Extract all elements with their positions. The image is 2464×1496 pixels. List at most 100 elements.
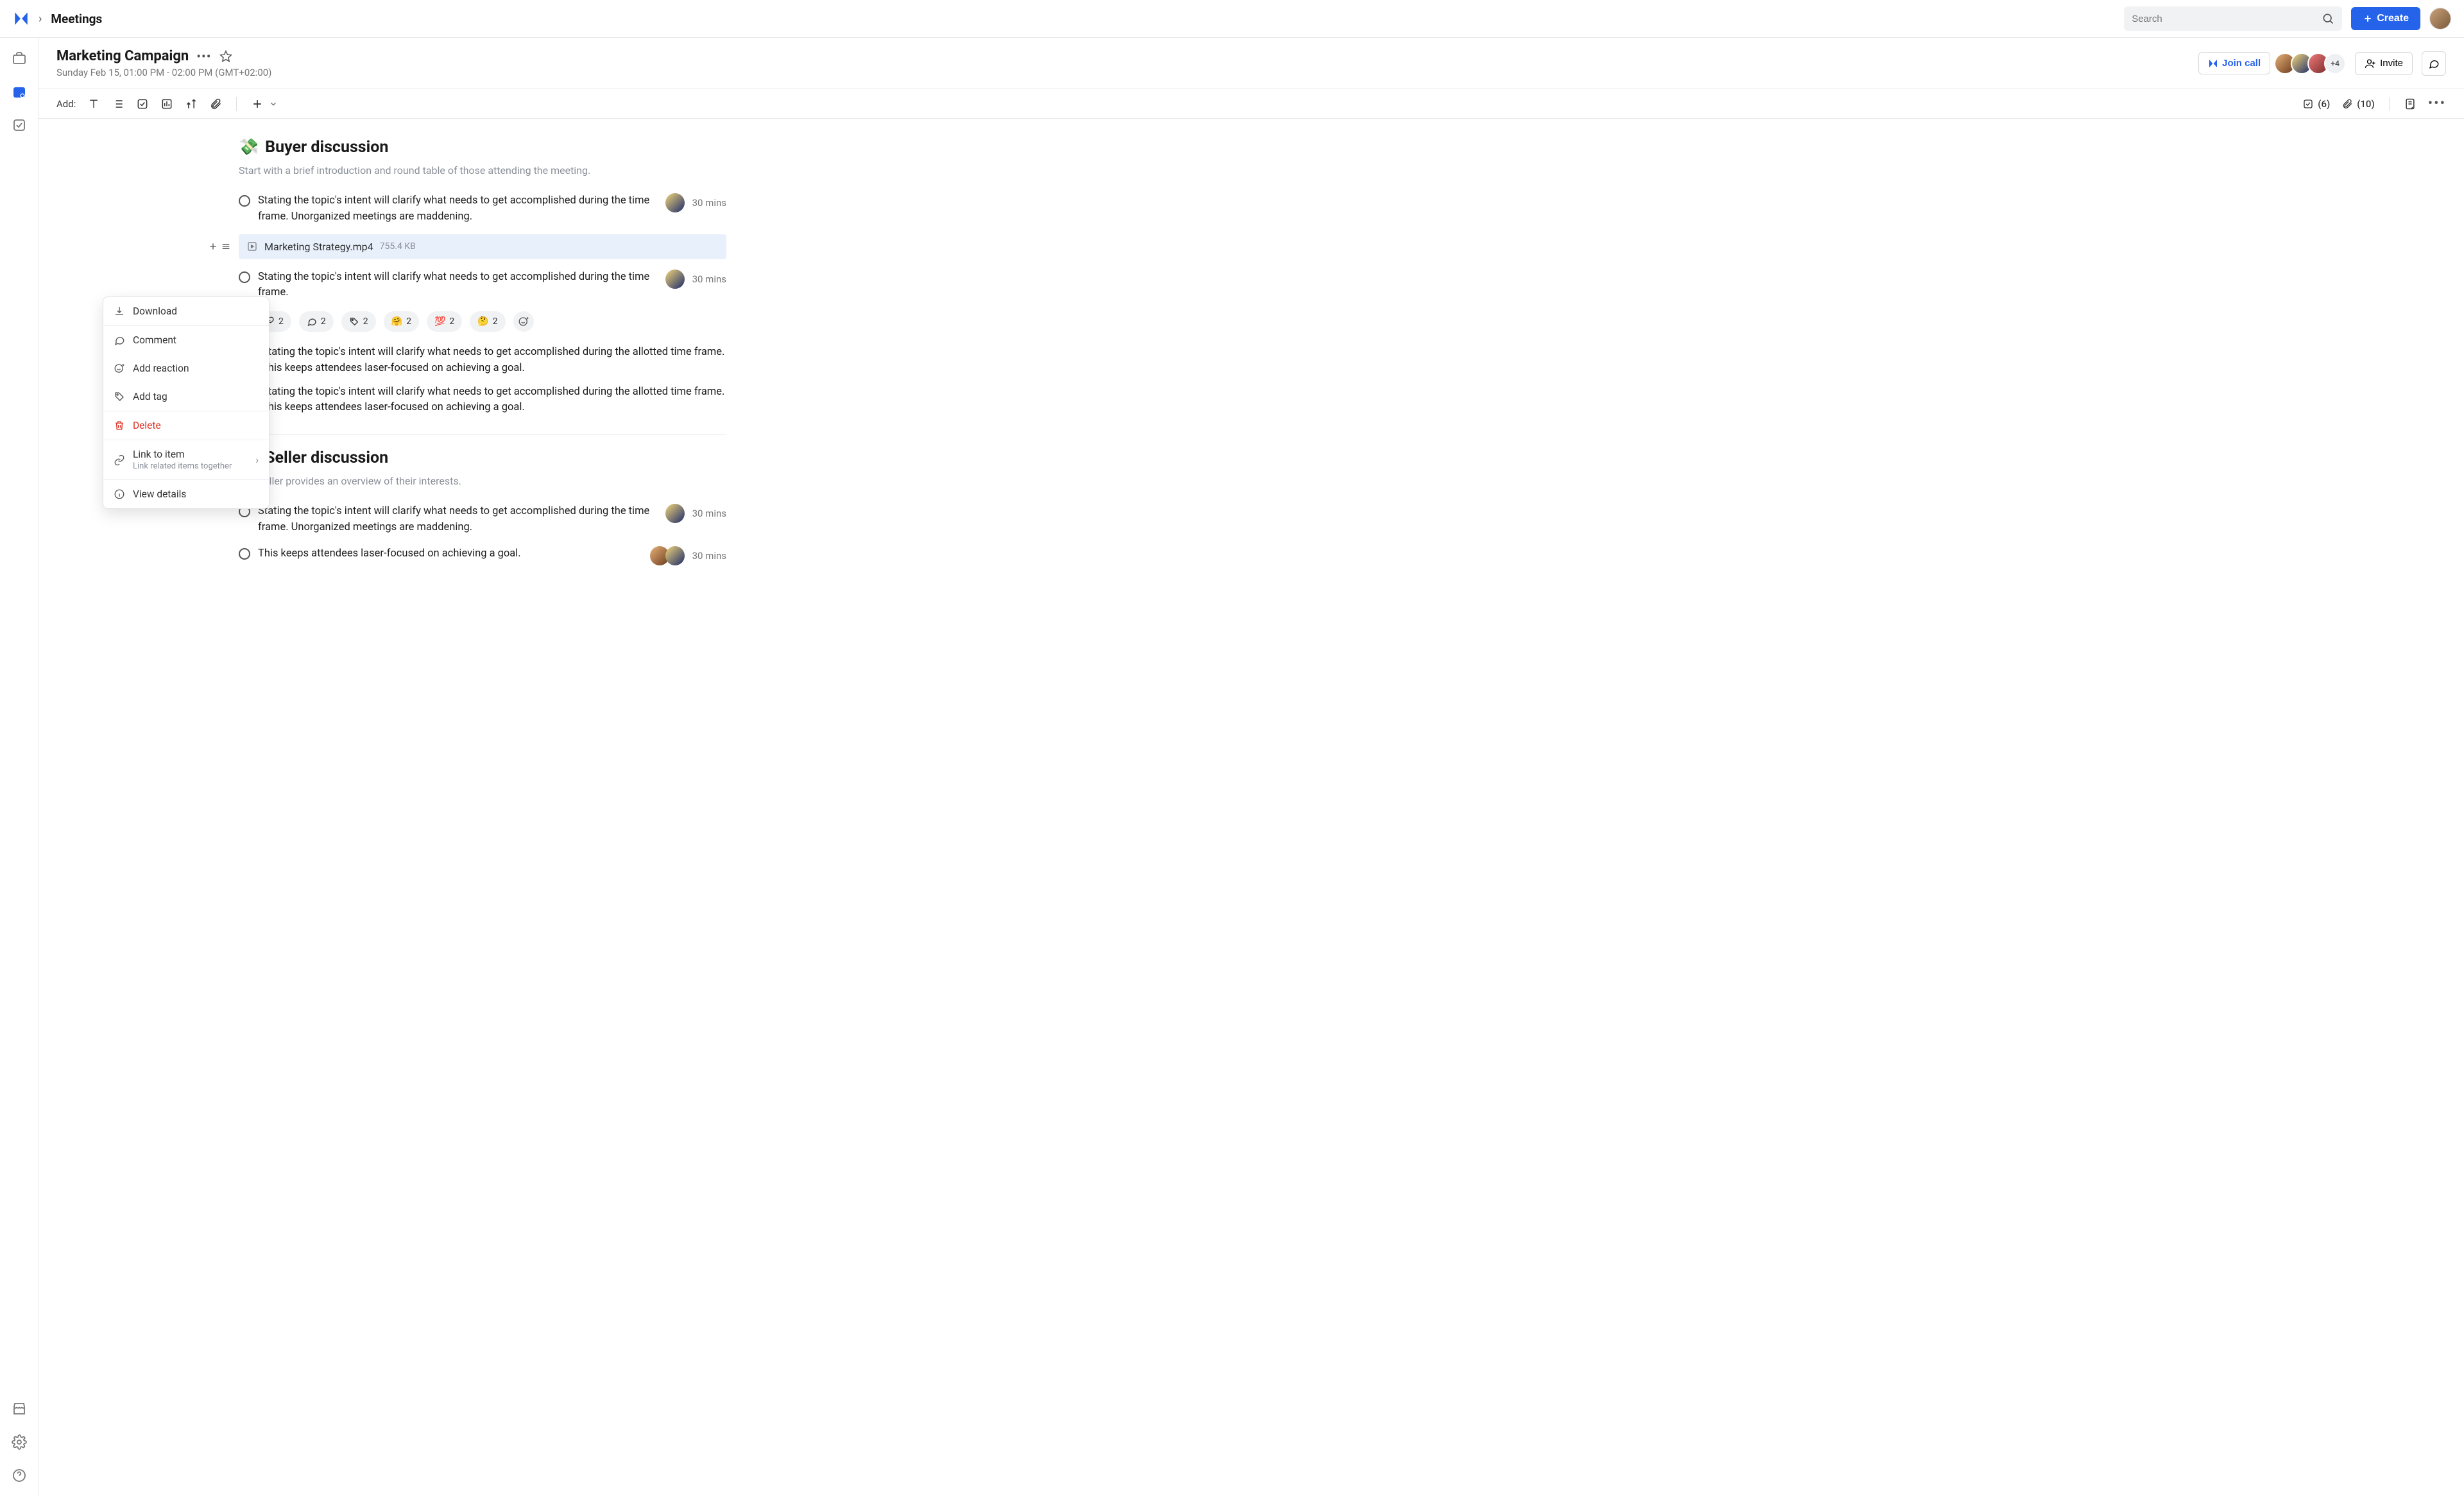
search-input[interactable] <box>2132 13 2322 24</box>
ctx-comment[interactable]: Comment <box>103 326 269 354</box>
create-button-label: Create <box>2377 13 2409 24</box>
emoji: 💯 <box>434 316 445 327</box>
settings-icon[interactable] <box>12 1434 27 1450</box>
ctx-add-tag[interactable]: Add tag <box>103 383 269 411</box>
section-title-text: Buyer discussion <box>265 138 388 157</box>
emoji-reaction-pill[interactable]: 💯 2 <box>427 311 462 332</box>
attachment-size: 755.4 KB <box>380 241 416 252</box>
comment-icon <box>307 316 317 327</box>
agenda-text: Stating the topic's intent will clarify … <box>258 270 658 302</box>
person-add-icon <box>2365 58 2376 69</box>
comments-pill[interactable]: 2 <box>299 311 334 332</box>
tasks-count-badge[interactable]: (6) <box>2302 98 2330 110</box>
assignee-avatar[interactable] <box>665 546 685 565</box>
search-input-container[interactable] <box>2124 6 2342 31</box>
section-subtitle: Start with a brief introduction and roun… <box>239 164 726 176</box>
document-content: 💸 Buyer discussion Start with a brief in… <box>38 119 2464 1496</box>
star-icon[interactable] <box>219 50 232 63</box>
agenda-checkbox[interactable] <box>239 271 250 283</box>
invite-button[interactable]: Invite <box>2355 52 2413 75</box>
plus-icon <box>2363 13 2373 24</box>
join-call-button[interactable]: Join call <box>2198 52 2270 74</box>
ctx-label: Download <box>133 305 177 317</box>
assignee-avatar[interactable] <box>665 193 685 212</box>
tasks-icon[interactable] <box>12 117 27 133</box>
attachments-count-badge[interactable]: (10) <box>2341 98 2375 110</box>
assignee-avatar[interactable] <box>665 270 685 289</box>
plus-icon[interactable] <box>208 241 218 252</box>
smile-plus-icon <box>114 363 125 374</box>
context-menu: Download Comment Add reaction Add tag <box>103 297 270 509</box>
drag-handle-icon[interactable] <box>221 241 231 252</box>
agenda-checkbox[interactable] <box>239 548 250 560</box>
ctx-label: Add tag <box>133 391 167 402</box>
attachment-filename: Marketing Strategy.mp4 <box>264 241 373 253</box>
chat-button[interactable] <box>2422 51 2446 76</box>
trash-icon <box>114 420 125 431</box>
more-menu-icon[interactable]: ••• <box>2428 96 2446 112</box>
emoji-reaction-pill[interactable]: 🤗 2 <box>384 311 419 332</box>
briefcase-icon[interactable] <box>12 51 27 66</box>
section-emoji: 💸 <box>239 138 259 157</box>
current-user-avatar[interactable] <box>2429 8 2451 30</box>
pill-count: 2 <box>363 316 368 327</box>
attachment-row[interactable]: Marketing Strategy.mp4 755.4 KB <box>239 234 726 259</box>
agenda-duration: 30 mins <box>692 273 726 285</box>
tag-icon <box>349 316 359 327</box>
emoji-reaction-pill[interactable]: 🤔 2 <box>470 311 505 332</box>
ctx-delete[interactable]: Delete <box>103 411 269 440</box>
info-icon <box>114 488 125 500</box>
poll-tool-icon[interactable] <box>160 98 173 110</box>
ctx-link-item[interactable]: Link to item Link related items together… <box>103 440 269 479</box>
agenda-checkbox[interactable] <box>239 195 250 207</box>
agenda-duration: 30 mins <box>692 550 726 562</box>
ctx-download[interactable]: Download <box>103 297 269 325</box>
pill-count: 2 <box>321 316 326 327</box>
list-tool-icon[interactable] <box>112 98 124 110</box>
emoji: 🤗 <box>391 316 402 327</box>
attachments-count: (10) <box>2357 98 2375 110</box>
tag-icon <box>114 391 125 402</box>
tags-pill[interactable]: 2 <box>341 311 376 332</box>
link-icon <box>114 454 125 466</box>
agenda-item[interactable]: Stating the topic's intent will clarify … <box>239 264 726 307</box>
store-icon[interactable] <box>12 1401 27 1416</box>
comment-icon <box>114 334 125 346</box>
bullet-item[interactable]: Stating the topic's intent will clarify … <box>239 381 726 420</box>
checkbox-tool-icon[interactable] <box>136 98 149 110</box>
pill-count: 2 <box>449 316 454 327</box>
assignee-avatar[interactable] <box>665 504 685 523</box>
download-icon <box>114 305 125 317</box>
logo-small-icon <box>2208 58 2218 69</box>
summary-icon[interactable] <box>2404 98 2417 110</box>
calendar-icon[interactable] <box>12 84 27 99</box>
meeting-datetime: Sunday Feb 15, 01:00 PM - 02:00 PM (GMT+… <box>56 67 2198 78</box>
attachment-tool-icon[interactable] <box>209 98 222 110</box>
agenda-text: Stating the topic's intent will clarify … <box>258 193 658 225</box>
meeting-more-icon[interactable]: ••• <box>196 49 211 64</box>
editor-toolbar: Add: (6) <box>38 89 2464 119</box>
block-hover-controls[interactable] <box>208 241 231 252</box>
bullet-item[interactable]: Stating the topic's intent will clarify … <box>239 341 726 381</box>
add-reaction-button[interactable] <box>513 311 534 332</box>
participants-avatars[interactable]: +4 <box>2279 53 2346 74</box>
paperclip-icon <box>2341 98 2353 110</box>
ctx-add-reaction[interactable]: Add reaction <box>103 354 269 383</box>
help-icon[interactable] <box>12 1468 27 1483</box>
pill-count: 2 <box>493 316 498 327</box>
tasks-count: (6) <box>2318 98 2330 110</box>
plus-icon <box>251 98 264 110</box>
meeting-header: Marketing Campaign ••• Sunday Feb 15, 01… <box>38 38 2464 85</box>
more-tools-button[interactable] <box>251 98 278 110</box>
agenda-item[interactable]: This keeps attendees laser-focused on ac… <box>239 541 726 571</box>
agenda-item[interactable]: Stating the topic's intent will clarify … <box>239 188 726 230</box>
more-participants-badge[interactable]: +4 <box>2324 53 2346 74</box>
search-icon <box>2322 12 2334 25</box>
decision-tool-icon[interactable] <box>185 98 198 110</box>
text-tool-icon[interactable] <box>87 98 100 110</box>
reactions-bar: 2 2 2 🤗 2 <box>257 311 726 332</box>
agenda-item[interactable]: Stating the topic's intent will clarify … <box>239 499 726 541</box>
ctx-view-details[interactable]: View details <box>103 480 269 508</box>
video-file-icon <box>246 241 258 252</box>
create-button[interactable]: Create <box>2351 7 2420 30</box>
